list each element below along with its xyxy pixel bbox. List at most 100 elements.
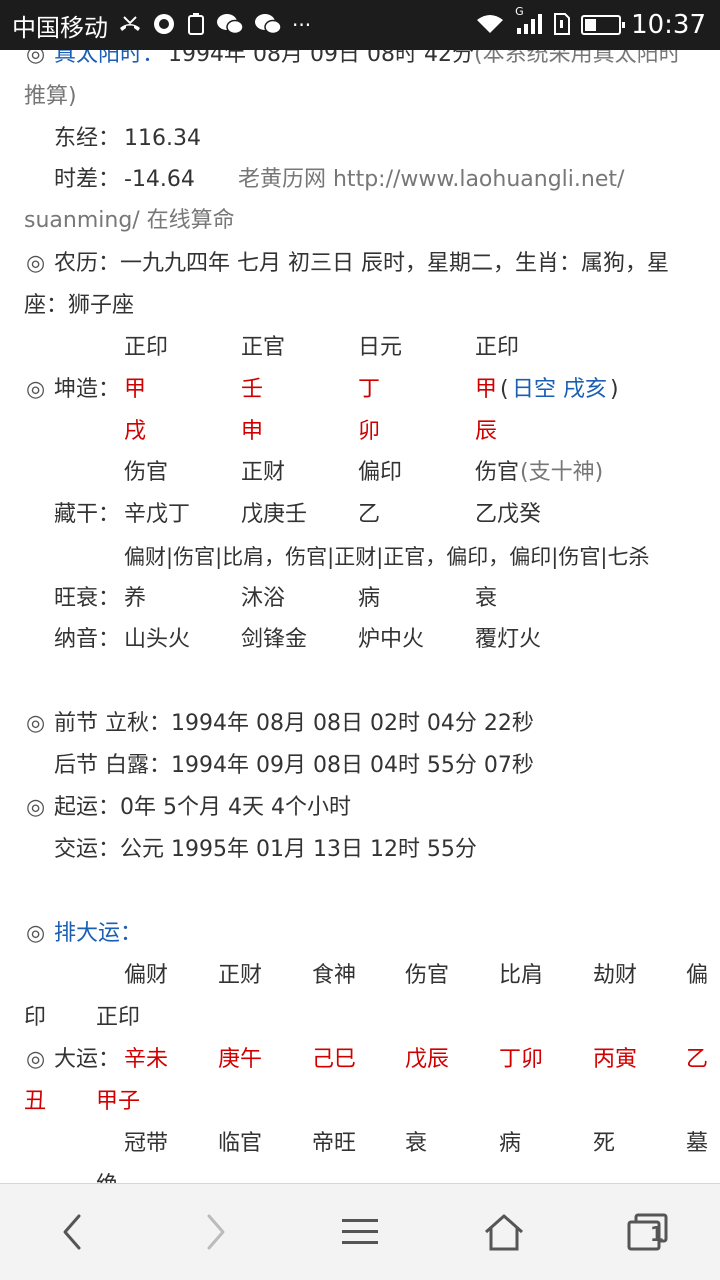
dayun-pillar-2: 庚午 (218, 1047, 263, 1072)
branch-god-month: 正财 (241, 460, 286, 485)
day-void: 日空 戌亥 (512, 377, 607, 402)
bullet: ◎ (26, 377, 46, 402)
site-watermark-cont[interactable]: suanming/ 在线算命 (24, 200, 235, 242)
dayun-god-1: 偏财 (124, 963, 169, 988)
dayun-stage-6: 死 (593, 1131, 616, 1156)
forward-button[interactable] (176, 1192, 256, 1272)
back-icon (63, 1214, 81, 1250)
luck-handover-row: 交运：公元 1995年 01月 13日 12时 55分 (0, 829, 720, 871)
branch-god-hour: 伤官 (475, 460, 520, 485)
top-god-year: 正印 (124, 335, 169, 360)
prosperity-month: 沐浴 (241, 586, 286, 611)
dayun-god-7: 偏 (686, 963, 709, 988)
network-type: G (515, 4, 524, 18)
home-icon (485, 1214, 523, 1251)
hidden-day: 乙 (358, 502, 381, 527)
longitude-label: 东经： (54, 126, 121, 151)
stem-day: 丁 (358, 377, 381, 402)
branch-gods-note: (支十神) (520, 460, 604, 485)
top-gods-row: 正印 正官 日元 正印 (0, 327, 720, 369)
branch-year: 戌 (124, 419, 147, 444)
dayun-pillar-8: 甲子 (96, 1089, 141, 1114)
next-term-row: 后节 白露：1994年 09月 08日 04时 55分 07秒 (0, 745, 720, 787)
stem-month: 壬 (241, 377, 264, 402)
nayin-row: 纳音： 山头火 剑锋金 炉中火 覆灯火 (0, 619, 720, 661)
true-solar-label: 真太阳时： (54, 50, 165, 67)
hidden-month: 戊庚壬 (241, 502, 308, 527)
bullet: ◎ (26, 50, 46, 67)
site-watermark[interactable]: 老黄历网 http://www.laohuangli.net/ (238, 159, 624, 201)
dayun-gods-row: 偏财 正财 食神 伤官 比肩 劫财 偏 (0, 955, 720, 997)
dayun-god-8: 正印 (96, 1005, 141, 1030)
dayun-stage-8: 绝 (96, 1165, 118, 1184)
forward-icon (207, 1214, 225, 1250)
missed-call-icon (118, 14, 142, 37)
nayin-day: 炉中火 (358, 627, 425, 652)
report-content[interactable]: ◎ 真太阳时： 1994年 08月 09日 08时 42分 (本系统采用真太阳时… (0, 50, 720, 1184)
prosperity-label: 旺衰： (54, 586, 121, 611)
dayun-pillar-7: 乙 (686, 1047, 709, 1072)
status-bar: 中国移动 ··· G 10:37 (0, 0, 720, 50)
prev-term-row: ◎ 前节 立秋：1994年 08月 08日 02时 04分 22秒 (0, 703, 720, 745)
lunar-line: ◎ 农历：一九九四年 七月 初三日 辰时，星期二，生肖：属狗，星 (0, 243, 720, 285)
clock: 10:37 (631, 10, 706, 40)
stem-year: 甲 (124, 377, 147, 402)
menu-button[interactable] (320, 1192, 400, 1272)
lunar-text-cont: 座：狮子座 (24, 293, 135, 318)
longitude-value: 116.34 (124, 126, 201, 151)
hidden-stems-row: 藏干： 辛戊丁 戊庚壬 乙 乙戊癸 (0, 494, 720, 536)
browser-toolbar: 1 (0, 1183, 720, 1280)
true-solar-line: ◎ 真太阳时： 1994年 08月 09日 08时 42分 (本系统采用真太阳时 (0, 50, 720, 76)
luck-start: 起运：0年 5个月 4天 4个小时 (54, 795, 351, 820)
true-solar-note-cont: 推算) (24, 84, 77, 109)
back-button[interactable] (32, 1192, 112, 1272)
browser-notification-icon (152, 12, 176, 39)
wechat-icon (216, 12, 244, 39)
dayun-pillar-5: 丁卯 (499, 1047, 544, 1072)
nayin-month: 剑锋金 (241, 627, 308, 652)
dayun-pillars-row: ◎ 大运： 辛未 庚午 己巳 戊辰 丁卯 丙寅 乙 (0, 1039, 720, 1081)
luck-handover: 交运：公元 1995年 01月 13日 12时 55分 (54, 837, 477, 862)
tab-count: 1 (650, 1222, 664, 1246)
nayin-label: 纳音： (54, 627, 121, 652)
dayun-stage-2: 临官 (218, 1131, 263, 1156)
dayun-pillar-3: 己巳 (312, 1047, 357, 1072)
dayun-pillars-cont-row: 丑 甲子 (0, 1081, 720, 1123)
branch-month: 申 (241, 419, 264, 444)
stems-row: ◎ 坤造： 甲 壬 丁 甲 ( 日空 戌亥 ) (0, 369, 720, 411)
branch-god-year: 伤官 (124, 460, 169, 485)
home-button[interactable] (464, 1192, 544, 1272)
lunar-text: 农历：一九九四年 七月 初三日 辰时，星期二，生肖：属狗，星 (54, 251, 669, 276)
dayun-stage-4: 衰 (405, 1131, 428, 1156)
wechat-icon-2 (254, 12, 282, 39)
bullet: ◎ (26, 251, 46, 276)
dayun-god-2: 正财 (218, 963, 263, 988)
bullet: ◎ (26, 711, 46, 736)
branch-day: 卯 (358, 419, 381, 444)
dayun-title-row: ◎ 排大运： (0, 913, 720, 955)
branch-hour: 辰 (475, 419, 498, 444)
dayun-pillar-4: 戊辰 (405, 1047, 450, 1072)
bullet: ◎ (26, 921, 46, 946)
next-term: 后节 白露：1994年 09月 08日 04时 55分 07秒 (54, 753, 534, 778)
dayun-god-4: 伤官 (405, 963, 450, 988)
hidden-label: 藏干： (54, 502, 121, 527)
true-solar-note: (本系统采用真太阳时 (474, 50, 681, 67)
dayun-gods-cont-row: 印 正印 (0, 997, 720, 1039)
luck-start-row: ◎ 起运：0年 5个月 4天 4个小时 (0, 787, 720, 829)
dayun-label: 大运： (54, 1047, 121, 1072)
prosperity-hour: 衰 (475, 586, 498, 611)
bullet: ◎ (26, 795, 46, 820)
top-god-month: 正官 (241, 335, 286, 360)
branches-row: 戌 申 卯 辰 (0, 411, 720, 453)
stem-hour: 甲 (475, 377, 498, 402)
hidden-gods-row: 偏财|伤官|比肩，伤官|正财|正官，偏印，偏印|伤官|七杀 (0, 536, 720, 578)
watermark-line: suanming/ 在线算命 (0, 200, 720, 242)
dayun-pillar-1: 辛未 (124, 1047, 169, 1072)
dayun-stages-row: 冠带 临官 帝旺 衰 病 死 墓 (0, 1123, 720, 1165)
time-diff-value: -14.64 (124, 167, 195, 192)
gender-label: 坤造： (54, 377, 121, 402)
wifi-icon (475, 13, 505, 38)
tabs-button[interactable]: 1 (608, 1192, 688, 1272)
hidden-hour: 乙戊癸 (475, 502, 542, 527)
